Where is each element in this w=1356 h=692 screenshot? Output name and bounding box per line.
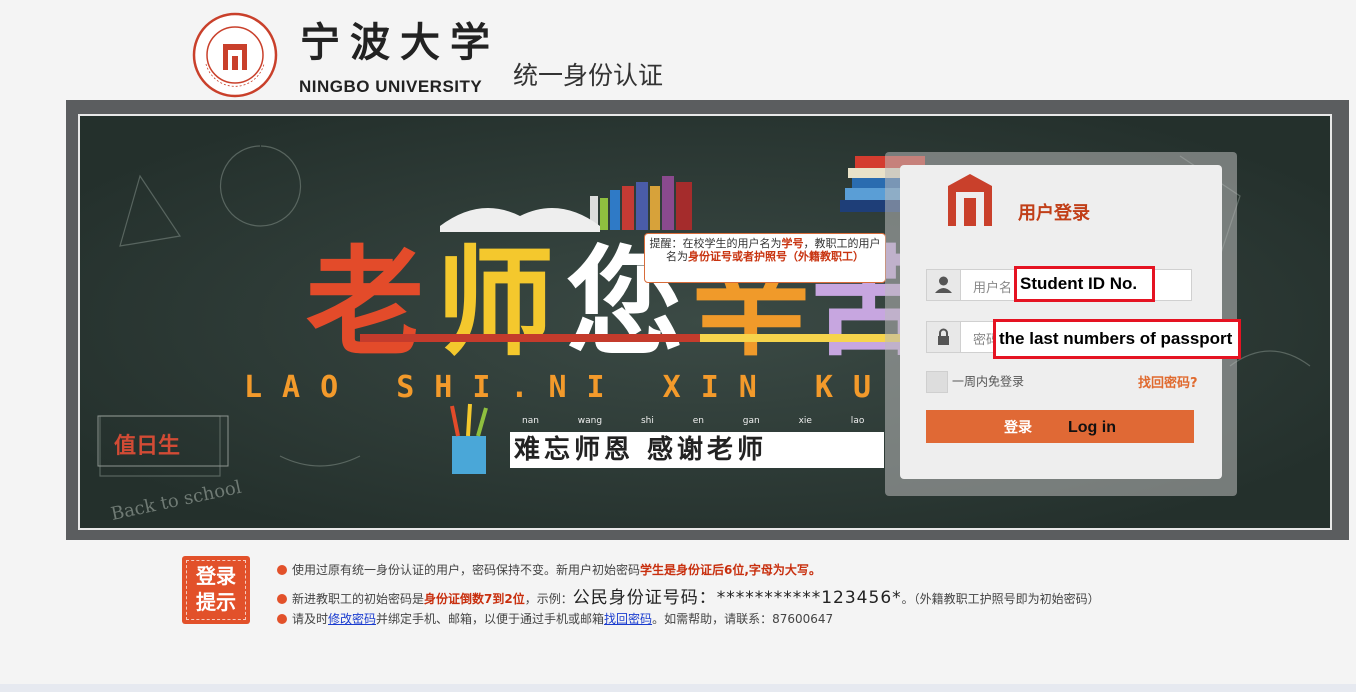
login-button-label-en: Log in [1068, 418, 1116, 436]
lock-icon [927, 322, 961, 352]
username-tip: 提醒：在校学生的用户名为学号，教职工的用户名为身份证号或者护照号（外籍教职工） [644, 233, 886, 283]
duty-label: 值日生 [114, 433, 181, 459]
notice-line-3-mid: 并绑定手机、邮箱，以便于通过手机或邮箱 [376, 612, 605, 626]
bullet-icon [277, 614, 287, 624]
notice-line-1-suffix: 。 [808, 563, 821, 577]
login-button[interactable]: 登录 Log in [926, 410, 1194, 443]
notice-line-2-bold: 身份证倒数7到2位 [424, 592, 525, 606]
bullet-icon [277, 565, 287, 575]
notice-line-1-prefix: 使用过原有统一身份认证的用户，密码保持不变。新用户初始密码 [292, 563, 641, 577]
header: 宁波大学 NINGBO UNIVERSITY 统一身份认证 [0, 0, 1356, 100]
remember-label: 一周内免登录 [952, 374, 1025, 389]
notice-line-2-suffix: 。（外籍教职工护照号即为初始密码） [901, 592, 1100, 606]
notice-line-3: 请及时修改密码并绑定手机、邮箱，以便于通过手机或邮箱找回密码。如需帮助，请联系：… [277, 610, 833, 627]
notice-line-1-bold: 学生是身份证后6位,字母为大写 [640, 563, 809, 577]
svg-text:师: 师 [436, 234, 554, 372]
university-seal-icon [192, 12, 278, 98]
notice-line-2-prefix: 新进教职工的初始密码是 [292, 592, 425, 606]
username-placeholder: 用户名 [973, 281, 1013, 296]
remember-checkbox[interactable] [926, 371, 948, 393]
tip-student-term: 学号 [781, 237, 804, 250]
notice-line-1: 使用过原有统一身份认证的用户，密码保持不变。新用户初始密码学生是身份证后6位,字… [277, 561, 821, 578]
notice-line-2: 新进教职工的初始密码是身份证倒数7到2位，示例：公民身份证号码：********… [277, 583, 1100, 608]
logo-chinese: 宁波大学 [300, 19, 500, 66]
recover-password-link[interactable]: 找回密码 [604, 612, 652, 626]
notice-line-3-prefix: 请及时 [292, 612, 329, 626]
system-title: 统一身份认证 [513, 61, 664, 90]
bottom-strip [0, 684, 1356, 692]
login-title: 用户登录 [1018, 203, 1090, 224]
login-logo-icon [948, 174, 992, 226]
notice-line-2-mid: ，示例： [524, 592, 573, 606]
slogan: 难忘师恩 感谢老师 [510, 432, 884, 468]
change-password-link[interactable]: 修改密码 [328, 612, 376, 626]
notice-badge-text: 登录提示 [196, 564, 236, 614]
notice-badge: 登录提示 [182, 556, 250, 624]
pinyin-small: nan wang shi en gan xie lao shi [522, 416, 917, 426]
notice-line-3-suffix: 。如需帮助，请联系：87600647 [652, 612, 834, 626]
notice-line-2-sample: 公民身份证号码：***********123456* [572, 588, 902, 608]
logo-english: NINGBO UNIVERSITY [299, 77, 483, 96]
annotation-password: the last numbers of passport [993, 319, 1241, 359]
tip-prefix: 提醒：在校学生的用户名为 [649, 237, 782, 250]
forgot-password-link[interactable]: 找回密码? [1138, 372, 1198, 391]
tip-staff-term: 身份证号或者护照号（外籍教职工） [688, 250, 864, 263]
annotation-username: Student ID No. [1014, 266, 1155, 302]
user-icon [927, 270, 961, 300]
login-button-label: 登录 [1004, 418, 1032, 435]
remember-me[interactable]: 一周内免登录 [926, 371, 1024, 393]
svg-text:老: 老 [306, 234, 424, 372]
bullet-icon [277, 594, 287, 604]
